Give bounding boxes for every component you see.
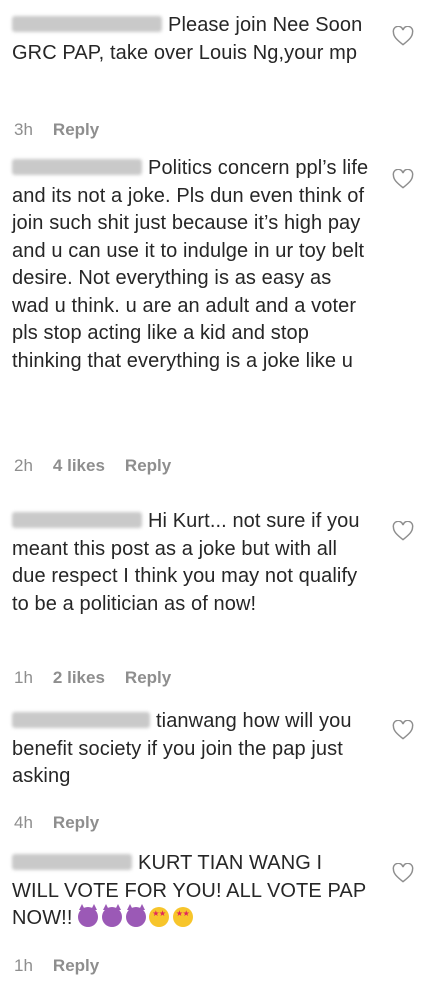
comment-time: 1h [14,668,33,687]
comment-text: Politics concern ppl’s life and its not … [12,157,369,372]
heart-outline-icon[interactable] [392,720,414,740]
reply-button[interactable]: Reply [125,668,171,687]
comment-username[interactable]: unclekennytan [12,16,162,32]
reply-button[interactable]: Reply [125,456,171,475]
comment-text-block: asap_bakkreatianwang how will you benefi… [12,708,372,791]
comment-meta: 2h 4 likes Reply [14,456,191,476]
likes-count[interactable]: 4 likes [53,456,105,475]
comment-meta: 3h Reply [14,120,119,140]
smiling-devil-emoji [101,904,122,927]
comment-time: 2h [14,456,33,475]
reply-button[interactable]: Reply [53,956,99,975]
heart-outline-icon[interactable] [392,863,414,883]
comment-meta: 1h Reply [14,956,119,976]
comment-text-block: unclekennytanPlease join Nee Soon GRC PA… [12,12,372,67]
comment-username[interactable]: thuralecool [12,854,132,870]
likes-count[interactable]: 2 likes [53,668,105,687]
reply-button[interactable]: Reply [53,813,99,832]
comment-username[interactable]: alli_otjames3 [12,159,142,175]
comment-text-block: thuralecoolKURT TIAN WANG I WILL VOTE FO… [12,850,372,933]
reply-button[interactable]: Reply [53,120,99,139]
smiling-devil-emoji [78,904,99,927]
star-struck-emoji [172,907,193,927]
comment-meta: 1h 2 likes Reply [14,668,191,688]
comment-username[interactable]: ellio_tjames3 [12,512,142,528]
heart-outline-icon[interactable] [392,169,414,189]
comment-text-block: ellio_tjames3Hi Kurt... not sure if you … [12,508,372,618]
heart-outline-icon[interactable] [392,26,414,46]
comment-meta: 4h Reply [14,813,119,833]
comment-text-block: alli_otjames3Politics concern ppl’s life… [12,155,372,375]
comment-time: 4h [14,813,33,832]
heart-outline-icon[interactable] [392,521,414,541]
comment-time: 1h [14,956,33,975]
smiling-devil-emoji [125,904,146,927]
star-struck-emoji [149,907,170,927]
comment-username[interactable]: asap_bakkrea [12,712,150,728]
comment-time: 3h [14,120,33,139]
